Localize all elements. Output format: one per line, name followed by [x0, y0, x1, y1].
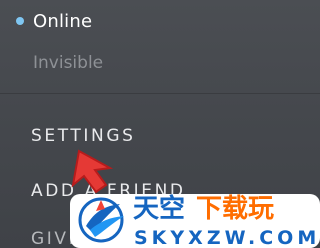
svg-text:SKYXZW.COM: SKYXZW.COM [134, 227, 320, 248]
svg-text:天空: 天空 [133, 193, 185, 224]
svg-text:下载玩: 下载玩 [196, 194, 274, 224]
settings-menu-item[interactable]: SETTINGS [31, 126, 136, 146]
online-status-dot-icon [16, 17, 24, 25]
status-invisible-label: Invisible [33, 53, 104, 73]
status-menu-panel: Online Invisible SETTINGS ADD A FRIEND G… [0, 0, 320, 248]
menu-divider [0, 93, 320, 94]
status-online-item[interactable]: Online [0, 8, 320, 34]
status-online-label: Online [33, 10, 93, 32]
site-watermark-logo: 天空 下载玩 SKYXZW.COM [70, 193, 320, 248]
status-invisible-item[interactable]: Invisible [0, 50, 320, 76]
